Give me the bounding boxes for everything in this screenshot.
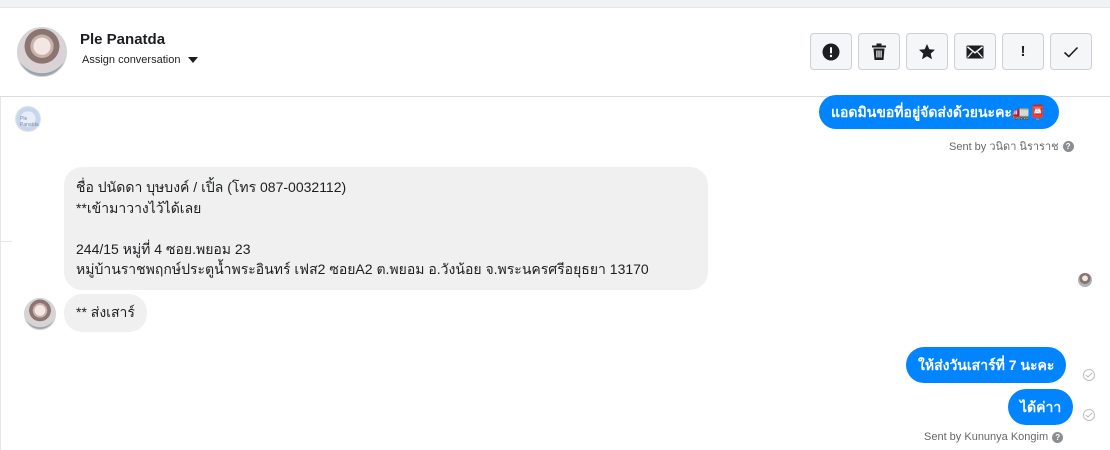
- help-icon[interactable]: ?: [1052, 431, 1064, 443]
- read-receipt-avatar: [1078, 273, 1092, 287]
- sender-avatar[interactable]: [24, 298, 56, 330]
- message-text: ให้ส่งวันเสาร์ที่ 7 นะคะ: [918, 357, 1055, 373]
- delete-button[interactable]: [858, 33, 900, 70]
- message-line: [76, 218, 696, 239]
- message-text: ** ส่งเสาร์: [76, 304, 135, 320]
- message-line: หมู่บ้านราชพฤกษ์ประตูน้ำพระอินทร์ เฟส2 ซ…: [76, 261, 649, 277]
- page-avatar: Ple Panatda: [15, 106, 41, 132]
- message-bubble-outgoing[interactable]: แอดมินขอที่อยู่จัดส่งด้วยนะคะ🚛📮: [819, 95, 1059, 129]
- star-button[interactable]: [906, 33, 948, 70]
- contact-name[interactable]: Ple Panatda: [80, 31, 165, 48]
- star-icon: [919, 43, 935, 59]
- divider: [0, 241, 12, 242]
- sent-by-label: Sent by วนิดา นิราราช ?: [949, 137, 1074, 155]
- check-icon: [1063, 46, 1079, 58]
- message-bubble-incoming[interactable]: ชื่อ ปนัดดา บุษบงค์ / เปิ้ล (โทร 087-003…: [64, 167, 708, 290]
- message-bubble-outgoing[interactable]: ให้ส่งวันเสาร์ที่ 7 นะคะ: [906, 347, 1067, 383]
- assign-conversation-dropdown[interactable]: Assign conversation: [82, 54, 199, 66]
- sent-by-text: Sent by Kununya Kongim: [924, 431, 1049, 443]
- assign-conversation-label: Assign conversation: [82, 54, 181, 66]
- sent-by-text: Sent by วนิดา นิราราช: [949, 141, 1059, 153]
- exclamation-icon: !: [1020, 43, 1026, 60]
- sent-by-label: Sent by Kununya Kongim ?: [924, 431, 1064, 443]
- delivered-check-icon: [1083, 369, 1095, 381]
- conversation-toolbar: !: [810, 33, 1092, 70]
- message-line: **เข้ามาวางไว้ได้เลย: [76, 199, 202, 216]
- conversation-header: Ple Panatda Assign conversation !: [0, 8, 1110, 97]
- follow-up-button[interactable]: !: [1002, 33, 1044, 70]
- mark-done-button[interactable]: [1050, 33, 1092, 70]
- caret-down-icon: [188, 57, 199, 63]
- envelope-icon: [966, 45, 984, 58]
- contact-avatar[interactable]: [17, 27, 67, 77]
- message-text: แอดมินขอที่อยู่จัดส่งด้วยนะคะ🚛📮: [831, 104, 1047, 120]
- message-bubble-incoming[interactable]: ** ส่งเสาร์: [64, 294, 147, 332]
- alert-circle-icon: [822, 43, 840, 60]
- message-bubble-outgoing[interactable]: ได้ค่าา: [1008, 389, 1074, 425]
- delivered-check-icon: [1083, 409, 1095, 421]
- message-line: 244/15 หมู่ที่ 4 ซอย.พยอม 23: [76, 240, 251, 257]
- mark-spam-button[interactable]: [810, 33, 852, 70]
- help-icon[interactable]: ?: [1062, 140, 1074, 152]
- mark-unread-button[interactable]: [954, 33, 996, 70]
- message-line: ชื่อ ปนัดดา บุษบงค์ / เปิ้ล (โทร 087-003…: [76, 179, 347, 195]
- message-text: ได้ค่าา: [1020, 399, 1062, 415]
- trash-icon: [872, 43, 886, 60]
- top-strip: [0, 0, 1110, 8]
